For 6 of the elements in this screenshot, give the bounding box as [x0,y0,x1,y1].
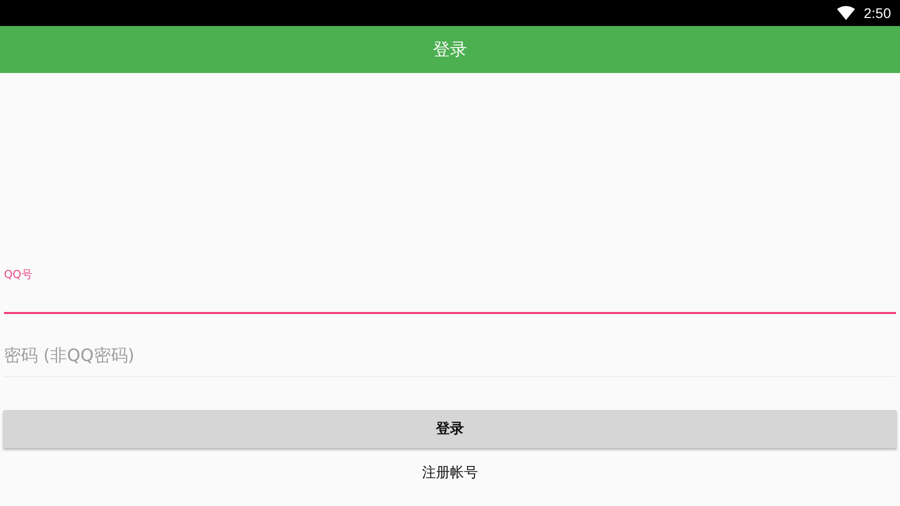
login-button[interactable]: 登录 [3,410,897,448]
field-label: QQ号 [4,267,32,282]
app-bar-title: 登录 [433,39,467,61]
wifi-icon [836,6,855,20]
register-link[interactable]: 注册帐号 [422,464,478,482]
status-time: 2:50 [864,5,891,21]
